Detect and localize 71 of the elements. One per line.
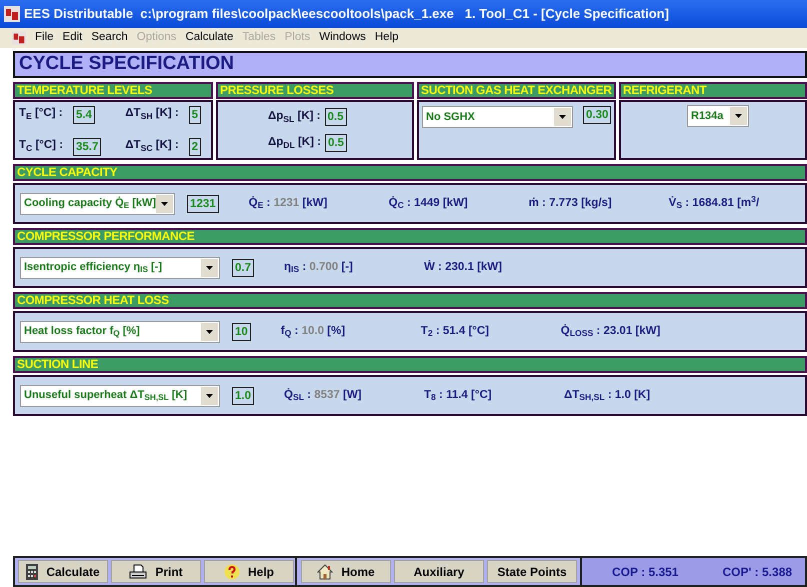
home-icon (317, 564, 334, 580)
dropdown[interactable]: Unuseful superheat ΔT$_{SH,SL}$ [K] (20, 384, 220, 406)
input-field[interactable]: 0.5 (324, 134, 347, 152)
result-value: f$_{Q}$ : 10.0 [%] (280, 324, 346, 340)
field-label: ΔT$_{SC}$ [K] : (125, 138, 180, 155)
toolbar-button[interactable]: Print (111, 560, 201, 583)
result-value: ΔT$_{SH,SL}$ : 1.0 [K] (564, 388, 652, 404)
input-field[interactable]: 5 (188, 106, 202, 124)
field-label: ΔT$_{SH}$ [K] : (125, 106, 180, 123)
result-value: Q̇$_{SL}$ : 8537 [W] (284, 387, 363, 404)
toolbar-button[interactable]: Auxiliary (394, 560, 484, 583)
menu-item[interactable]: Calculate (185, 29, 234, 47)
result-value: T$_{2}$ : 51.4 [°C] (420, 324, 490, 340)
input-field[interactable]: 0.7 (232, 258, 254, 276)
caret-icon (201, 322, 218, 340)
menu-item[interactable]: Search (91, 29, 128, 47)
result-value: Q̇$_{C}$ : 1449 [kW] (388, 195, 469, 212)
result-value: Ẇ : 230.1 [kW] (424, 259, 503, 275)
toolbar-button[interactable]: Calculate (18, 560, 108, 583)
result-value: Q̇$_{LOSS}$ : 23.01 [kW] (560, 323, 662, 340)
section-header: TEMPERATURE LEVELS (13, 82, 213, 99)
cop-value: COP' : 5.388 (722, 564, 792, 580)
field-label: Δp$_{DL}$ [K] : (268, 135, 321, 152)
field-label: Δp$_{SL}$ [K] : (268, 109, 320, 126)
page-heading: CYCLE SPECIFICATION (13, 51, 807, 78)
dropdown[interactable]: No SGHX (422, 106, 573, 128)
result-value: ṁ : 7.773 [kg/s] (528, 196, 613, 211)
app-icon (12, 31, 26, 45)
dropdown[interactable]: Heat loss factor f$_{Q}$ [%] (20, 320, 220, 342)
menu-item[interactable]: File (35, 29, 54, 47)
input-field[interactable]: 1231 (187, 194, 219, 212)
section-header: PRESSURE LOSSES (216, 82, 414, 99)
section-header: CYCLE CAPACITY (13, 164, 807, 181)
section-header: COMPRESSOR PERFORMANCE (13, 228, 807, 245)
toolbar-button[interactable]: Help (204, 560, 294, 583)
section-header: REFRIGERANT (619, 82, 807, 99)
input-field[interactable]: 5.4 (72, 106, 95, 124)
caret-icon (201, 386, 218, 404)
input-field[interactable]: 0.5 (324, 108, 346, 126)
result-value: V̇$_{S}$ : 1684.81 [m$^{3}$/ (668, 194, 760, 212)
window-title: EES Distributable c:\program files\coolpack\eescooltools\pack_1.exe 1. Tool_C1 - [Cycle Specification] (24, 5, 669, 24)
input-field[interactable]: 1.0 (232, 386, 254, 404)
section-header: COMPRESSOR HEAT LOSS (13, 292, 807, 309)
field-label: T$_{C}$ [°C] : (19, 138, 64, 155)
result-value: Q̇$_{E}$ : 1231 [kW] (248, 195, 328, 212)
section-header: SUCTION GAS HEAT EXCHANGER (417, 82, 616, 99)
help-icon (224, 564, 240, 580)
toolbar-button[interactable]: Home (301, 560, 391, 583)
caret-icon (730, 107, 747, 125)
input-field[interactable]: 35.7 (72, 138, 102, 156)
result-value: η$_{IS}$ : 0.700 [-] (284, 260, 354, 276)
toolbar-button[interactable]: State Points (487, 560, 577, 583)
menu-item[interactable]: Edit (62, 29, 82, 47)
section-header: SUCTION LINE (13, 356, 807, 373)
app-icon (4, 6, 20, 22)
input-field[interactable]: 10 (232, 322, 251, 340)
dropdown[interactable]: Isentropic efficiency η$_{IS}$ [-] (20, 256, 220, 278)
menu-item[interactable]: Windows (319, 29, 366, 47)
input-field[interactable]: 2 (188, 138, 202, 156)
printer-icon (129, 564, 148, 580)
field-label: T$_{E}$ [°C] : (19, 106, 64, 123)
input-field[interactable]: 0.30 (583, 106, 612, 124)
menu-item[interactable]: Help (374, 29, 399, 47)
caret-icon (156, 194, 174, 212)
caret-icon (554, 108, 571, 126)
calculator-icon (26, 564, 38, 580)
result-value: T$_{8}$ : 11.4 [°C] (424, 388, 493, 404)
dropdown[interactable]: Cooling capacity Q̇$_{E}$ [kW] (20, 192, 176, 214)
cop-value: COP : 5.351 (612, 564, 678, 580)
caret-icon (201, 258, 218, 276)
dropdown[interactable]: R134a (687, 105, 749, 127)
